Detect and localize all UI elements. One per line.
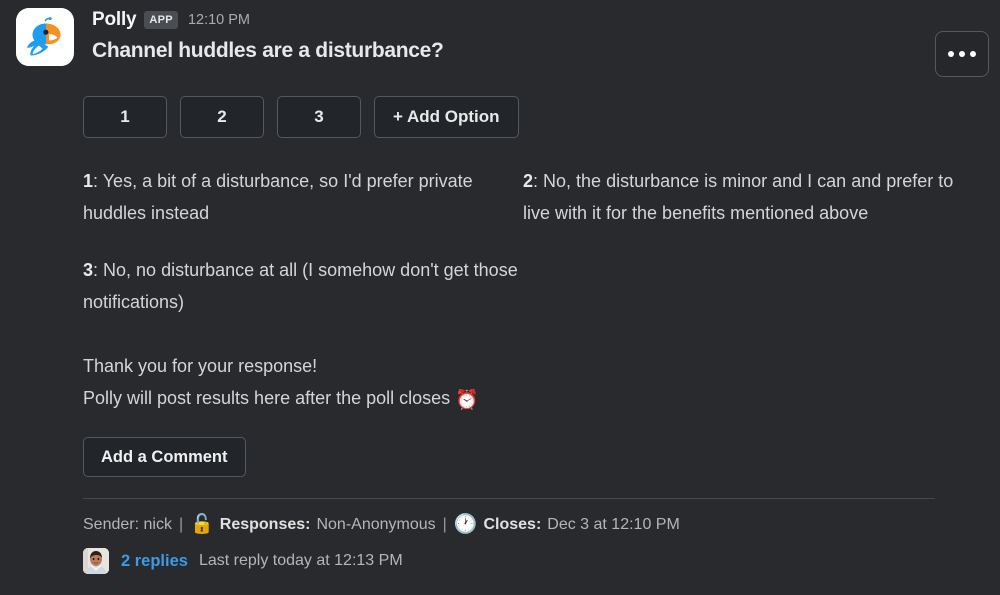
- sender-label: Sender: nick: [83, 516, 172, 533]
- add-a-comment-button[interactable]: Add a Comment: [83, 437, 246, 477]
- replies-count-link[interactable]: 2 replies: [121, 552, 188, 571]
- user-avatar: [83, 548, 109, 574]
- vote-option-1-button[interactable]: 1: [83, 96, 167, 138]
- footer-divider: [83, 498, 935, 499]
- poll-closing-text: Thank you for your response! Polly will …: [83, 350, 960, 417]
- closes-value: Dec 3 at 12:10 PM: [547, 516, 680, 533]
- poll-option-3-number: 3: [83, 260, 94, 280]
- poll-title: Channel huddles are a disturbance?: [92, 39, 444, 62]
- meta-separator-1: |: [178, 516, 184, 533]
- poll-option-2-text: No, the disturbance is minor and I can a…: [523, 171, 954, 223]
- vote-option-2-button[interactable]: 2: [180, 96, 264, 138]
- message-header-text: Polly APP 12:10 PM Channel huddles are a…: [92, 8, 444, 63]
- thank-you-line: Thank you for your response!: [83, 356, 318, 376]
- unlocked-padlock-emoji: 🔓: [190, 514, 214, 535]
- last-reply-text: Last reply today at 12:13 PM: [198, 552, 403, 569]
- more-actions-icon[interactable]: [935, 31, 989, 77]
- polly-poll-message: Polly APP 12:10 PM Channel huddles are a…: [0, 0, 1000, 595]
- poll-option-1-text: Yes, a bit of a disturbance, so I'd pref…: [83, 171, 473, 223]
- author-line: Polly APP 12:10 PM: [92, 8, 444, 32]
- thread-replies-row[interactable]: 2 replies Last reply today at 12:13 PM: [83, 548, 960, 574]
- polly-parrot-logo: [16, 8, 74, 66]
- message-timestamp[interactable]: 12:10 PM: [188, 12, 250, 28]
- meta-separator-2: |: [442, 516, 447, 533]
- poll-body: 1 2 3 + Add Option 1: Yes, a bit of a di…: [0, 96, 1000, 574]
- dot-3: [970, 51, 976, 57]
- poll-option-1: 1: Yes, a bit of a disturbance, so I'd p…: [83, 165, 523, 229]
- poll-option-3: 3: No, no disturbance at all (I somehow …: [83, 254, 523, 318]
- poll-option-descriptions: 1: Yes, a bit of a disturbance, so I'd p…: [83, 165, 960, 318]
- poll-option-2: 2: No, the disturbance is minor and I ca…: [523, 165, 963, 229]
- message-header: Polly APP 12:10 PM Channel huddles are a…: [0, 8, 1000, 66]
- alarm-clock-emoji: ⏰: [455, 390, 479, 411]
- dot-2: [959, 51, 965, 57]
- dot-1: [948, 51, 954, 57]
- results-note-line: Polly will post results here after the p…: [83, 382, 960, 417]
- vote-option-3-button[interactable]: 3: [277, 96, 361, 138]
- poll-option-buttons: 1 2 3 + Add Option: [83, 96, 960, 138]
- closes-label: Closes:: [483, 516, 542, 533]
- results-note-text: Polly will post results here after the p…: [83, 388, 451, 408]
- add-option-button[interactable]: + Add Option: [374, 96, 519, 138]
- poll-option-row-top: 1: Yes, a bit of a disturbance, so I'd p…: [83, 165, 960, 229]
- responses-label: Responses:: [219, 516, 311, 533]
- clock-emoji: 🕐: [453, 514, 478, 535]
- poll-option-3-text: No, no disturbance at all (I somehow don…: [83, 260, 518, 312]
- poll-option-3-separator: :: [93, 260, 104, 280]
- poll-option-2-separator: :: [533, 171, 544, 191]
- poll-option-1-number: 1: [83, 171, 94, 191]
- app-badge: APP: [144, 11, 178, 29]
- poll-metadata: Sender: nick | 🔓 Responses: Non-Anonymou…: [83, 514, 960, 536]
- responses-value: Non-Anonymous: [316, 516, 436, 533]
- poll-option-2-number: 2: [523, 171, 534, 191]
- app-name[interactable]: Polly: [92, 9, 137, 31]
- poll-option-1-separator: :: [93, 171, 103, 191]
